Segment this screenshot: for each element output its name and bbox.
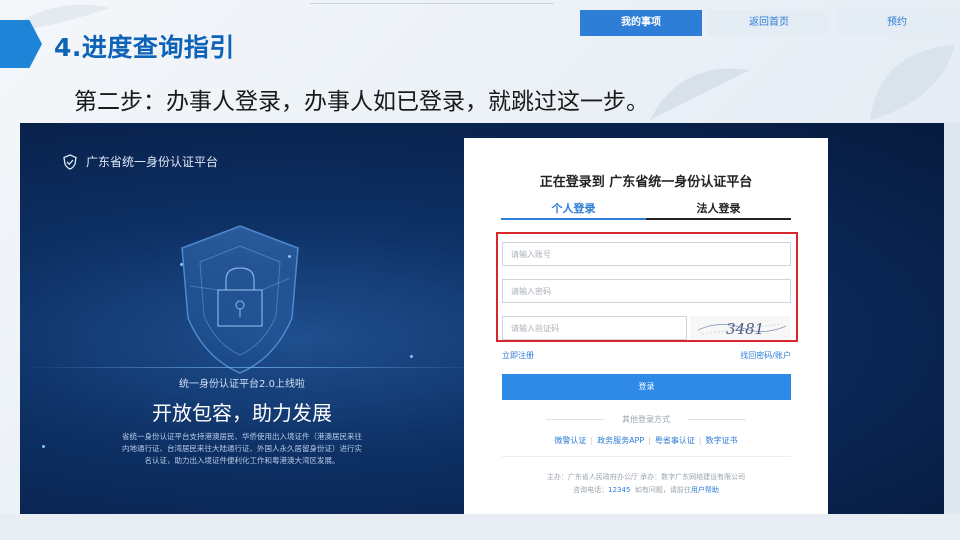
register-link[interactable]: 立即注册 (502, 350, 534, 361)
yueshengshi-auth-link[interactable]: 粤省事认证 (655, 436, 695, 445)
leaf-decoration-icon (650, 68, 750, 120)
nav-back-home-button[interactable]: 返回首页 (708, 10, 830, 36)
input-highlight-box (496, 232, 798, 342)
help-text: 如有问题，请前往 (634, 486, 691, 494)
separator: | (590, 436, 594, 445)
step-instruction: 第二步：办事人登录，办事人如已登录，就跳过这一步。 (74, 89, 649, 115)
shield-check-icon (63, 153, 77, 170)
platform-header: 广东省统一身份认证平台 (62, 153, 218, 170)
tab-personal-login[interactable]: 个人登录 (501, 200, 646, 220)
right-edge-strip (944, 123, 960, 514)
promo-subtitle: 统一身份认证平台2.0上线啦 (179, 379, 305, 390)
login-card-title: 正在登录到 广东省统一身份认证平台 (539, 175, 753, 190)
divider-right (688, 419, 746, 420)
other-login-methods: 微警认证 | 政务服务APP | 粤省事认证 | 数字证书 (464, 435, 828, 446)
bottom-strip (0, 514, 960, 540)
user-help-link[interactable]: 用户帮助 (691, 486, 719, 494)
login-card: 正在登录到 广东省统一身份认证平台 个人登录 法人登录 3481 立即注册 找回… (464, 138, 828, 514)
wechat-police-auth-link[interactable]: 微警认证 (554, 436, 586, 445)
phone-number: 12345 (608, 486, 631, 494)
nav-my-items-button[interactable]: 我的事项 (580, 10, 702, 36)
star-dot (288, 255, 291, 258)
leaf-decoration-icon (870, 45, 955, 120)
nav-booking-button[interactable]: 预约 (836, 10, 958, 36)
security-shield-lock-icon (181, 225, 299, 374)
other-login-title: 其他登录方式 (622, 415, 670, 424)
footer-contact: 咨询电话：12345 如有问题，请前往用户帮助 (464, 485, 828, 495)
top-divider (310, 3, 554, 4)
digital-certificate-link[interactable]: 数字证书 (706, 436, 738, 445)
phone-label: 咨询电话： (573, 486, 609, 494)
login-button[interactable]: 登录 (502, 374, 791, 400)
login-page-screenshot: 广东省统一身份认证平台 统一身份认证平台2.0上线啦 开放包容，助力发展 省统一… (20, 123, 944, 514)
footer-divider (502, 456, 791, 457)
separator: | (648, 436, 651, 445)
star-dot (42, 445, 45, 448)
gov-service-app-link[interactable]: 政务服务APP (597, 436, 644, 445)
forgot-password-link[interactable]: 找回密码/账户 (740, 350, 791, 361)
star-dot (410, 355, 413, 358)
tab-legal-login[interactable]: 法人登录 (646, 200, 791, 220)
promo-description: 省统一身份认证平台支持港澳居民、华侨使用出入境证件（港澳居民来往内地通行证、台湾… (122, 432, 362, 465)
star-dot (180, 263, 183, 266)
footer-sponsor: 主办：广东省人民政府办公厅 承办：数字广东网络建设有限公司 (546, 473, 746, 481)
slide-title: 4.进度查询指引 (54, 33, 235, 62)
separator: | (698, 436, 702, 445)
promo-headline: 开放包容，助力发展 (152, 401, 332, 425)
platform-name: 广东省统一身份认证平台 (86, 155, 219, 169)
